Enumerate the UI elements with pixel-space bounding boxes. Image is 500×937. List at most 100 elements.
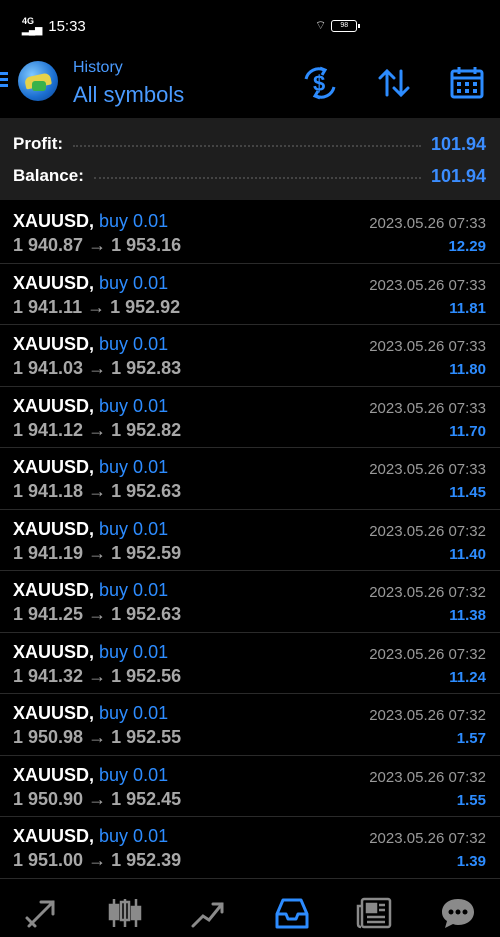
arrow-icon: → <box>87 296 106 317</box>
deal-row[interactable]: XAUUSD, buy 0.01 1 941.18 → 1 952.63 2023.… <box>0 448 500 510</box>
deal-symbol-line: XAUUSD, buy 0.01 <box>13 826 168 847</box>
deal-prices: 1 951.00 → 1 952.39 <box>13 850 181 871</box>
deal-time: 2023.05.26 07:33 <box>369 276 486 294</box>
deal-type: buy 0.01 <box>99 334 169 354</box>
menu-icon[interactable] <box>0 72 8 88</box>
history-icon[interactable] <box>267 893 317 933</box>
deal-row[interactable]: XAUUSD, buy 0.01 1 941.11 → 1 952.92 2023.… <box>0 264 500 325</box>
deal-type: buy 0.01 <box>99 826 169 846</box>
deal-close-price: 1 952.45 <box>111 788 182 809</box>
news-icon[interactable] <box>350 893 400 933</box>
dotted-leader <box>73 145 421 147</box>
wifi-icon: ⌔ <box>315 18 327 32</box>
deal-profit: 12.29 <box>448 238 486 255</box>
deal-symbol: XAUUSD, <box>13 641 95 662</box>
deal-type: buy 0.01 <box>99 641 169 662</box>
profit-label: Profit: <box>13 134 64 153</box>
deal-open-price: 1 940.87 <box>13 235 84 255</box>
deal-time: 2023.05.26 07:33 <box>369 461 486 478</box>
deal-close-price: 1 953.16 <box>111 235 182 255</box>
deal-symbol-line: XAUUSD, buy 0.01 <box>13 396 168 417</box>
deal-time: 2023.05.26 07:33 <box>369 338 486 355</box>
dotted-leader <box>93 177 421 179</box>
arrow-icon: → <box>88 542 107 563</box>
deal-symbol: XAUUSD, <box>13 334 95 354</box>
network-type: 4G <box>22 16 35 26</box>
deal-close-price: 1 952.39 <box>111 850 182 870</box>
deal-row[interactable]: XAUUSD, buy 0.01 1 941.19 → 1 952.59 2023.… <box>0 510 500 571</box>
deal-open-price: 1 941.12 <box>13 419 84 440</box>
deal-profit: 11.45 <box>449 484 486 501</box>
deal-symbol-line: XAUUSD, buy 0.01 <box>13 457 168 478</box>
deal-symbol-line: XAUUSD, buy 0.01 <box>13 519 168 540</box>
messages-icon[interactable] <box>433 893 483 933</box>
deal-time: 2023.05.26 07:32 <box>369 584 486 601</box>
deal-row[interactable]: XAUUSD, buy 0.01 1 951.00 → 1 952.39 2023.… <box>0 817 500 879</box>
deal-row[interactable]: XAUUSD, buy 0.01 1 941.12 → 1 952.82 2023.… <box>0 387 500 448</box>
deal-row[interactable]: XAUUSD, buy 0.01 1 940.87 → 1 953.16 2023.… <box>0 202 500 264</box>
deal-row[interactable]: XAUUSD, buy 0.01 1 941.03 → 1 952.83 2023.… <box>0 325 500 387</box>
signal-icon: 4G ▂▄▆ <box>22 16 43 35</box>
header-title[interactable]: All symbols <box>73 82 184 108</box>
deals-list: XAUUSD, buy 0.01 1 940.87 → 1 953.16 2023.… <box>0 202 500 879</box>
deal-profit: 11.80 <box>449 361 486 378</box>
deal-time: 2023.05.26 07:33 <box>369 215 486 232</box>
balance-row: Balance: 101.94 <box>13 161 486 191</box>
status-bar: 4G ▂▄▆ 15:33 ⌔ 98 <box>0 0 500 52</box>
deal-close-price: 1 952.55 <box>111 727 182 747</box>
deal-symbol: XAUUSD, <box>13 211 95 231</box>
deal-open-price: 1 941.19 <box>13 542 84 563</box>
deal-symbol: XAUUSD, <box>13 703 95 723</box>
deal-close-price: 1 952.63 <box>111 481 182 501</box>
deal-profit: 11.40 <box>449 545 486 563</box>
deal-symbol-line: XAUUSD, buy 0.01 <box>13 765 168 786</box>
deal-symbol-line: XAUUSD, buy 0.01 <box>13 580 168 601</box>
deal-open-price: 1 941.11 <box>13 296 83 317</box>
battery-icon: 98 <box>331 19 361 32</box>
deal-row[interactable]: XAUUSD, buy 0.01 1 941.25 → 1 952.63 2023.… <box>0 571 500 633</box>
deal-row[interactable]: XAUUSD, buy 0.01 1 950.90 → 1 952.45 2023.… <box>0 756 500 817</box>
deal-time: 2023.05.26 07:33 <box>369 399 486 417</box>
deal-prices: 1 941.25 → 1 952.63 <box>13 604 181 625</box>
deal-symbol-line: XAUUSD, buy 0.01 <box>13 211 168 232</box>
profit-row: Profit: 101.94 <box>13 129 486 159</box>
deal-close-price: 1 952.83 <box>111 358 182 378</box>
currency-exchange-icon[interactable]: $ <box>302 65 338 101</box>
deal-symbol-line: XAUUSD, buy 0.01 <box>13 334 168 355</box>
chart-icon[interactable] <box>100 893 150 933</box>
deal-prices: 1 941.32 → 1 952.56 <box>13 666 181 687</box>
sort-icon[interactable] <box>376 65 412 101</box>
quotes-icon[interactable] <box>17 893 67 933</box>
deal-type: buy 0.01 <box>99 518 169 539</box>
deal-prices: 1 941.18 → 1 952.63 <box>13 481 181 502</box>
deal-symbol: XAUUSD, <box>13 518 95 539</box>
trade-icon[interactable] <box>183 893 233 933</box>
deal-prices: 1 950.98 → 1 952.55 <box>13 727 181 748</box>
balance-value: 101.94 <box>430 165 486 186</box>
arrow-icon: → <box>88 358 107 378</box>
deal-profit: 11.81 <box>449 299 486 317</box>
status-time: 15:33 <box>48 17 86 35</box>
arrow-icon: → <box>88 788 107 809</box>
deal-time: 2023.05.26 07:32 <box>369 707 486 724</box>
deal-profit: 11.38 <box>449 607 486 624</box>
deal-profit: 1.39 <box>456 853 486 870</box>
deal-open-price: 1 941.25 <box>13 604 84 624</box>
deal-type: buy 0.01 <box>99 703 169 723</box>
bottom-nav <box>0 888 500 937</box>
arrow-icon: → <box>88 481 107 501</box>
deal-symbol: XAUUSD, <box>13 457 95 477</box>
deal-row[interactable]: XAUUSD, buy 0.01 1 941.32 → 1 952.56 2023.… <box>0 633 500 694</box>
deal-symbol-line: XAUUSD, buy 0.01 <box>13 642 168 663</box>
deal-symbol-line: XAUUSD, buy 0.01 <box>13 703 168 724</box>
deal-open-price: 1 950.90 <box>13 788 84 809</box>
deal-row[interactable]: XAUUSD, buy 0.01 1 950.98 → 1 952.55 2023.… <box>0 694 500 756</box>
deal-symbol: XAUUSD, <box>13 580 95 600</box>
deal-open-price: 1 941.32 <box>13 665 84 686</box>
summary-panel: Profit: 101.94 Balance: 101.94 <box>0 118 500 200</box>
header-subtitle: History <box>73 59 123 76</box>
deal-profit: 1.57 <box>456 730 486 747</box>
deal-symbol-line: XAUUSD, buy 0.01 <box>13 273 168 294</box>
calendar-icon[interactable] <box>449 65 485 101</box>
deal-open-price: 1 950.98 <box>13 727 84 747</box>
